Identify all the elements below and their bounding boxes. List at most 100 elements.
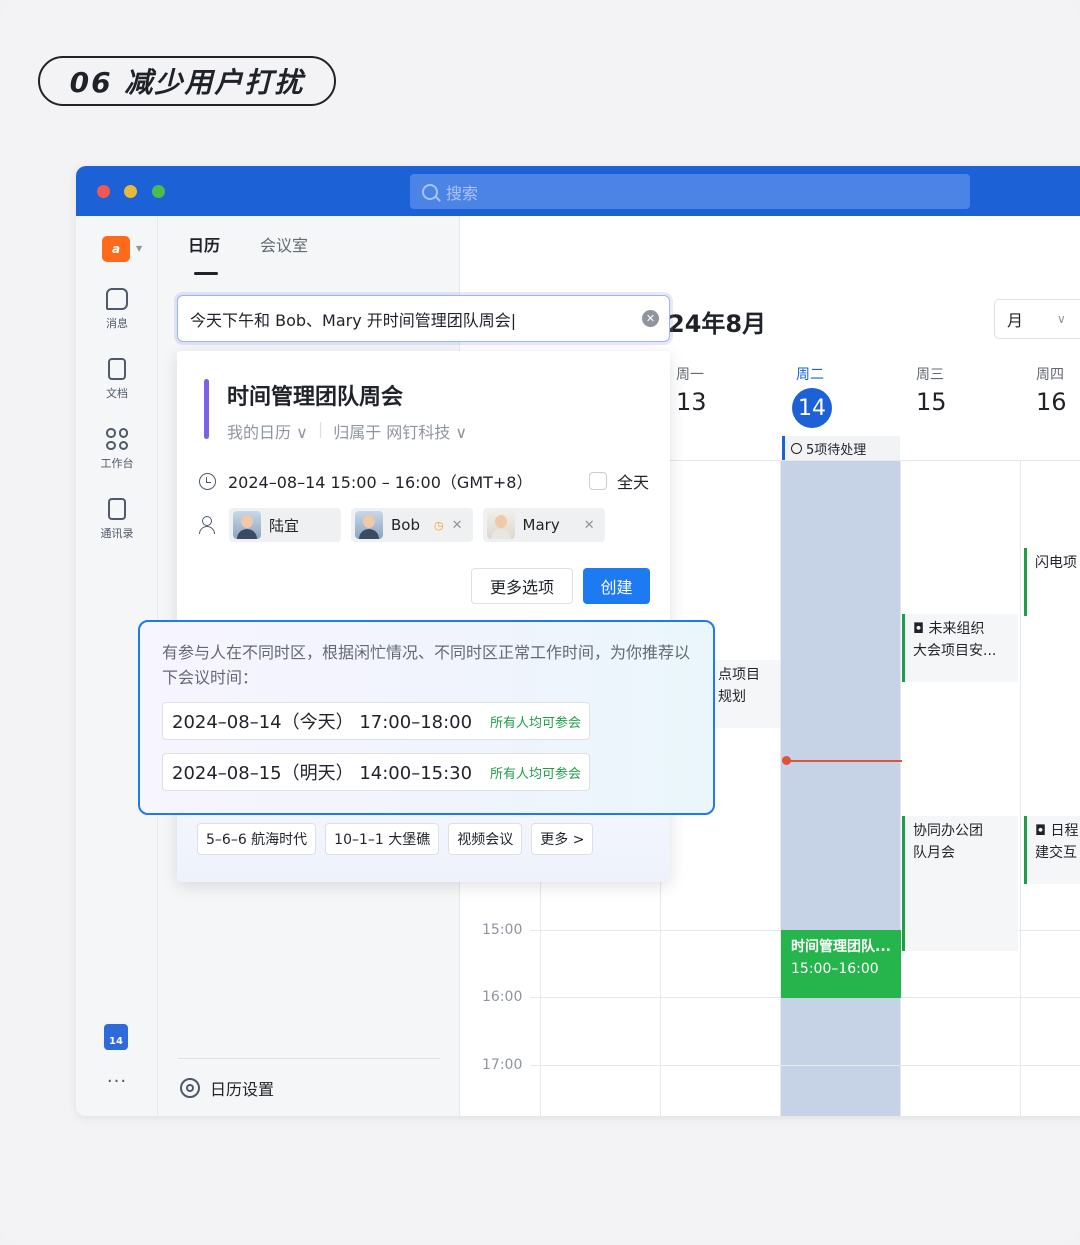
- weekday-label: 周三: [916, 367, 944, 383]
- sidebar-item-label: 通讯录: [100, 527, 134, 540]
- event-title-line1: 日程: [1050, 823, 1079, 839]
- close-window-button[interactable]: [97, 185, 110, 198]
- event-title-line1: 协同办公团: [913, 823, 983, 839]
- maximize-window-button[interactable]: [152, 185, 165, 198]
- today-date-badge: 14: [792, 388, 832, 428]
- date-number: 13: [676, 388, 707, 416]
- day-header-wed[interactable]: 周三 15: [900, 364, 1020, 416]
- event-new-meeting[interactable]: 时间管理团队... 15:00–16:00: [781, 930, 901, 998]
- calendar-select[interactable]: 我的日历 ∨: [227, 419, 308, 443]
- clock-icon: [199, 472, 216, 490]
- event-title: ◘ 未来组织: [913, 618, 1010, 640]
- doc-icon: [108, 358, 126, 380]
- org-logo[interactable]: a: [102, 236, 130, 262]
- divider: [178, 1058, 440, 1059]
- room-suggestions: 5–6–6 航海时代 10–1–1 大堡礁 视频会议 更多 >: [197, 823, 594, 855]
- day-header-tue[interactable]: 周二 14: [780, 364, 900, 428]
- event-mon-project[interactable]: 点项目 规划: [710, 660, 780, 728]
- sidebar-item-label: 工作台: [100, 457, 134, 470]
- event-title-line2: 大会项目安...: [913, 643, 997, 659]
- attendee-chip[interactable]: Mary ✕: [482, 508, 605, 542]
- suggested-slot[interactable]: 2024–08–15（明天） 14:00–15:30 所有人均可参会: [162, 753, 590, 791]
- view-mode-select[interactable]: 月 ∨: [994, 299, 1080, 339]
- allday-checkbox[interactable]: [588, 472, 607, 490]
- video-icon: ◘: [1035, 823, 1051, 839]
- title-bar: 搜索: [76, 166, 1080, 216]
- search-icon: [422, 183, 438, 200]
- event-time-field[interactable]: 2024–08–14 15:00 – 16:00（GMT+8）: [228, 469, 532, 493]
- create-button[interactable]: 创建: [583, 568, 650, 604]
- event-thu-schedule[interactable]: ◘ 日程 建交互: [1024, 816, 1080, 884]
- day-header-thu[interactable]: 周四 16: [1020, 364, 1080, 416]
- quick-create-text: 今天下午和 Bob、Mary 开时间管理团队周会|: [190, 310, 517, 330]
- weekday-label: 周一: [676, 367, 704, 383]
- event-title: ◘ 日程: [1035, 820, 1080, 842]
- sidebar-item-contacts[interactable]: 通讯录: [76, 498, 158, 541]
- room-option[interactable]: 10–1–1 大堡礁: [325, 823, 440, 855]
- gear-icon: [180, 1078, 200, 1098]
- room-option[interactable]: 视频会议: [448, 823, 523, 855]
- room-option[interactable]: 5–6–6 航海时代: [197, 823, 317, 855]
- event-wed-future[interactable]: ◘ 未来组织 大会项目安...: [902, 614, 1018, 682]
- more-rooms-button[interactable]: 更多 >: [531, 823, 594, 855]
- divider: |: [317, 419, 324, 438]
- event-time: 15:00–16:00: [791, 961, 879, 977]
- allday-label: 全天: [616, 473, 649, 492]
- divider: [780, 460, 781, 1116]
- timezone-warning-icon: ◷: [434, 518, 444, 532]
- event-title-line2: 规划: [718, 689, 746, 705]
- remove-attendee-icon[interactable]: ✕: [452, 518, 463, 533]
- suggested-slot[interactable]: 2024–08–14（今天） 17:00–18:00 所有人均可参会: [162, 702, 590, 740]
- event-title-field[interactable]: 时间管理团队周会: [227, 379, 403, 411]
- calendar-settings-button[interactable]: 日历设置: [180, 1076, 274, 1100]
- month-title: 24年8月: [668, 310, 767, 338]
- pending-label: 5项待处理: [806, 442, 867, 458]
- clear-icon[interactable]: ✕: [642, 310, 659, 327]
- minimize-window-button[interactable]: [124, 185, 137, 198]
- people-icon: [199, 516, 217, 534]
- grid-icon: [106, 428, 128, 450]
- chevron-down-icon[interactable]: ▼: [136, 244, 142, 253]
- calendar-app-icon[interactable]: 14: [104, 1024, 128, 1050]
- sidebar-item-docs[interactable]: 文档: [76, 358, 158, 401]
- attendee-name: Bob: [391, 516, 420, 534]
- event-title: 时间管理团队...: [791, 939, 891, 955]
- slot-time: 2024–08–14（今天） 17:00–18:00: [172, 712, 473, 733]
- event-wed-collab[interactable]: 协同办公团 队月会: [902, 816, 1018, 951]
- event-title-line2: 建交互: [1035, 845, 1077, 861]
- sidebar-item-workbench[interactable]: 工作台: [76, 428, 158, 471]
- sidebar-item-messages[interactable]: 消息: [76, 288, 158, 331]
- date-number: 16: [1036, 388, 1067, 416]
- remove-attendee-icon[interactable]: ✕: [584, 518, 595, 533]
- search-placeholder: 搜索: [446, 183, 479, 203]
- more-options-button[interactable]: 更多选项: [471, 568, 573, 604]
- event-title-line1: 未来组织: [928, 621, 985, 637]
- day-header-mon[interactable]: 周一 13: [660, 364, 780, 416]
- allday-toggle[interactable]: 全天: [588, 469, 649, 493]
- current-time-line: [788, 760, 902, 762]
- pending-tasks[interactable]: 5项待处理: [782, 436, 900, 460]
- tab-meeting-room[interactable]: 会议室: [260, 232, 308, 274]
- slot-availability: 所有人均可参会: [489, 715, 581, 731]
- hour-label: 16:00: [482, 989, 523, 1005]
- hour-label: 17:00: [482, 1057, 523, 1073]
- slot-time: 2024–08–15（明天） 14:00–15:30: [172, 763, 473, 784]
- attendee-chip[interactable]: 陆宜: [229, 508, 341, 542]
- divider: [1020, 460, 1021, 1116]
- tab-calendar[interactable]: 日历: [188, 232, 220, 275]
- circle-icon: [791, 442, 802, 454]
- calendar-tabs: 日历 会议室: [188, 232, 308, 275]
- section-caption: 06 减少用户打扰: [38, 56, 336, 106]
- event-thu-flash[interactable]: 闪电项: [1024, 548, 1080, 616]
- weekday-label: 周二: [796, 367, 824, 383]
- quick-create-input[interactable]: 今天下午和 Bob、Mary 开时间管理团队周会| ✕: [177, 295, 670, 342]
- more-apps-icon[interactable]: ···: [76, 1071, 158, 1092]
- organization-select[interactable]: 归属于 网钉科技 ∨: [333, 419, 467, 443]
- time-suggestion-panel: 有参与人在不同时区，根据闲忙情况、不同时区正常工作时间，为你推荐以下会议时间： …: [138, 620, 715, 815]
- global-search-input[interactable]: 搜索: [410, 174, 970, 209]
- attendee-chip[interactable]: Bob ◷ ✕: [351, 508, 473, 542]
- event-title-line2: 队月会: [913, 845, 955, 861]
- slot-availability: 所有人均可参会: [489, 766, 581, 782]
- event-color-bar: [204, 379, 209, 439]
- weekday-label: 周四: [1036, 367, 1064, 383]
